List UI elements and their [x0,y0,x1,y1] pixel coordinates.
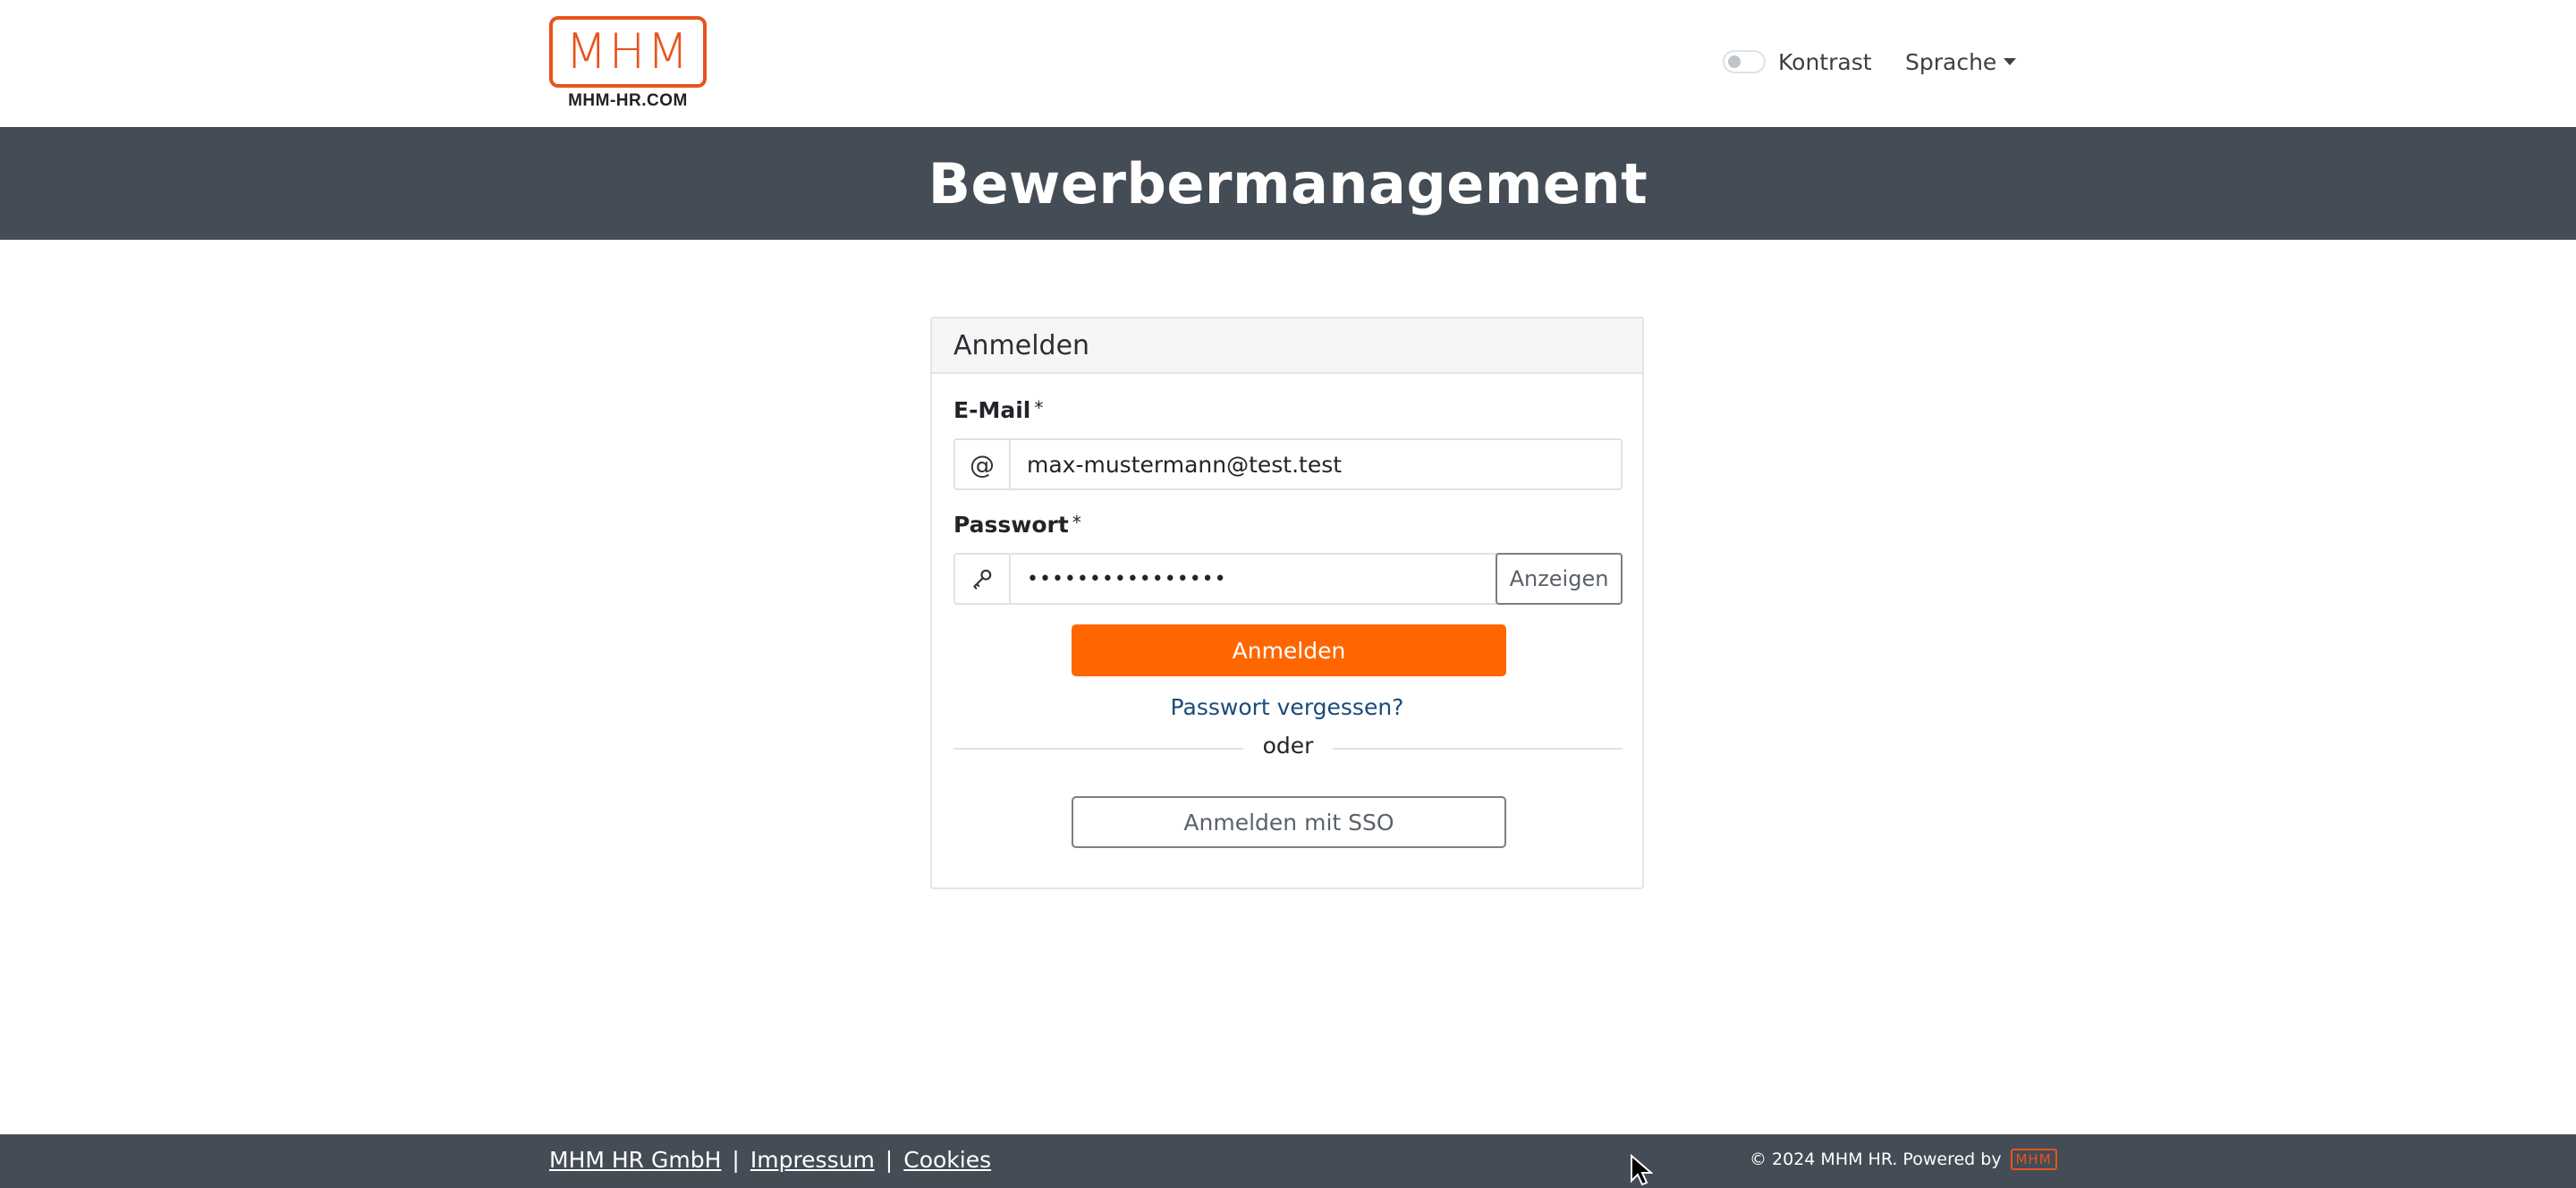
required-marker: * [1034,397,1044,419]
password-input-group: •••••••••••••••• Anzeigen [953,553,1623,605]
contrast-label: Kontrast [1778,48,1872,75]
required-marker: * [1072,512,1081,533]
caret-down-icon [2004,58,2017,65]
page-title: Bewerbermanagement [928,150,1648,216]
copyright-notice: © 2024 MHM HR. Powered by MHM [1750,1149,2057,1170]
language-label: Sprache [1905,48,1997,75]
key-icon [955,555,1011,603]
email-label: E-Mail * [953,397,1043,423]
login-button[interactable]: Anmelden [1072,624,1506,676]
mhm-logo[interactable]: MHM MHM-HR.COM [549,16,707,115]
footer-links: MHM HR GmbH | Impressum | Cookies [549,1147,991,1173]
logo-mark: MHM [549,16,707,88]
card-header: Anmelden [932,318,1642,374]
mouse-cursor-icon [1631,1154,1653,1186]
footer-separator: | [885,1147,894,1173]
email-input-group: @ max-mustermann@test.test [953,438,1623,490]
powered-by-logo[interactable]: MHM [2010,1149,2057,1170]
page-banner: Bewerbermanagement [0,127,2576,240]
footer-link-cookies[interactable]: Cookies [903,1147,991,1173]
divider-label: oder [1243,733,1333,759]
forgot-password-link[interactable]: Passwort vergessen? [932,694,1642,720]
footer-link-company[interactable]: MHM HR GmbH [549,1147,721,1173]
top-navbar: MHM MHM-HR.COM Kontrast Sprache [0,0,2576,127]
at-icon: @ [955,440,1011,488]
card-title: Anmelden [953,329,1090,361]
footer-separator: | [732,1147,740,1173]
email-field[interactable]: max-mustermann@test.test [1011,440,1621,488]
footer: MHM HR GmbH | Impressum | Cookies © 2024… [0,1134,2576,1188]
email-label-text: E-Mail [953,397,1031,423]
password-label-text: Passwort [953,512,1069,538]
contrast-toggle[interactable]: Kontrast [1723,47,1872,77]
logo-text: MHM [565,23,691,80]
password-label: Passwort * [953,512,1081,538]
copyright-text: © 2024 MHM HR. Powered by [1750,1150,2002,1169]
password-field[interactable]: •••••••••••••••• [1011,555,1496,603]
toggle-switch-icon[interactable] [1723,50,1766,73]
footer-link-impressum[interactable]: Impressum [750,1147,875,1173]
login-card: Anmelden E-Mail * @ max-mustermann@test.t… [930,317,1644,889]
sso-login-button[interactable]: Anmelden mit SSO [1072,796,1506,848]
logo-caption: MHM-HR.COM [568,91,688,110]
language-dropdown[interactable]: Sprache [1905,45,2017,79]
show-password-button[interactable]: Anzeigen [1496,553,1623,605]
